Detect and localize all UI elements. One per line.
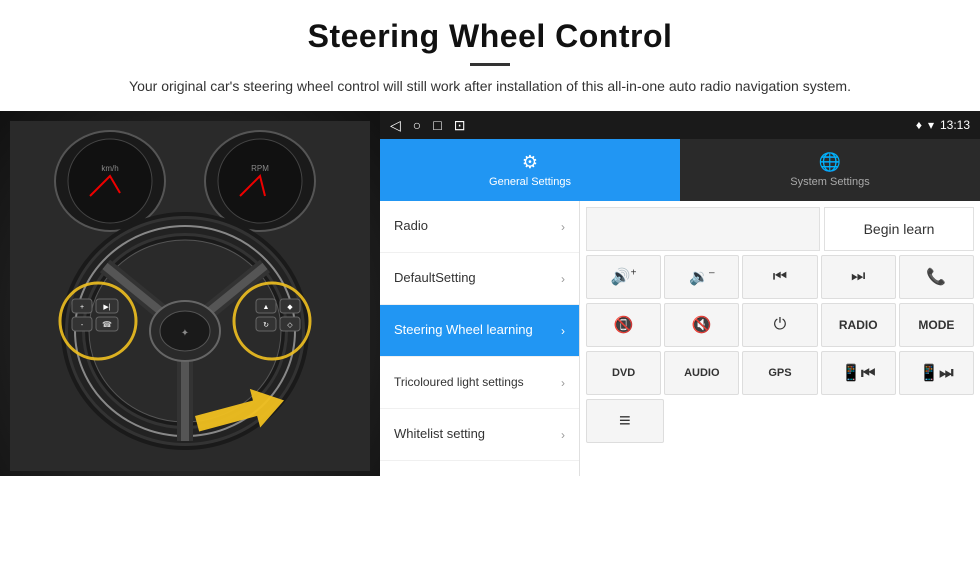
globe-icon: 🌐 xyxy=(819,152,841,173)
chevron-right-icon: › xyxy=(561,376,565,390)
radio-label: RADIO xyxy=(839,318,878,332)
svg-text:▶|: ▶| xyxy=(103,304,110,311)
mode-label: MODE xyxy=(918,318,954,332)
list-icon-button[interactable]: ≡ xyxy=(586,399,664,443)
begin-learn-empty-space xyxy=(586,207,820,251)
begin-learn-button[interactable]: Begin learn xyxy=(824,207,974,251)
svg-text:km/h: km/h xyxy=(101,164,118,173)
prev-track-button[interactable]: ⏮ xyxy=(742,255,817,299)
svg-text:◇: ◇ xyxy=(287,322,293,329)
tel-next-button[interactable]: 📱⏭ xyxy=(899,351,974,395)
svg-text:☎: ☎ xyxy=(102,320,112,329)
vol-down-icon: 🔉– xyxy=(689,267,714,287)
menu-item-tricoloured[interactable]: Tricoloured light settings › xyxy=(380,357,579,409)
gear-icon: ⚙ xyxy=(522,152,538,173)
page-subtitle: Your original car's steering wheel contr… xyxy=(40,76,940,97)
header-divider xyxy=(470,63,510,66)
chevron-right-icon: › xyxy=(561,272,565,286)
tab-general[interactable]: ⚙ General Settings xyxy=(380,139,680,201)
menu-radio-label: Radio xyxy=(394,218,561,235)
power-button[interactable]: ⏻ xyxy=(742,303,817,347)
home-icon[interactable]: ○ xyxy=(413,117,421,133)
page-title: Steering Wheel Control xyxy=(40,18,940,55)
mute-button[interactable]: 🔇 xyxy=(664,303,739,347)
dvd-label: DVD xyxy=(612,367,635,379)
prev-track-icon: ⏮ xyxy=(773,268,787,286)
menu-steering-label: Steering Wheel learning xyxy=(394,322,561,339)
svg-text:↻: ↻ xyxy=(263,322,269,329)
menu-default-label: DefaultSetting xyxy=(394,270,561,287)
menu-list: Radio › DefaultSetting › Steering Wheel … xyxy=(380,201,580,476)
svg-text:✦: ✦ xyxy=(181,328,189,339)
controls-row-4: ≡ xyxy=(586,399,974,443)
answer-call-button[interactable]: 📞 xyxy=(899,255,974,299)
nav-icons: ◁ ○ □ ⊡ xyxy=(390,117,465,134)
svg-text:▲: ▲ xyxy=(263,304,270,311)
vol-up-icon: 🔊+ xyxy=(611,267,637,287)
recents-icon[interactable]: □ xyxy=(433,117,441,133)
page-header: Steering Wheel Control Your original car… xyxy=(0,0,980,107)
controls-row-1: 🔊+ 🔉– ⏮ ⏭ 📞 xyxy=(586,255,974,299)
power-icon: ⏻ xyxy=(774,316,787,334)
main-content: Radio › DefaultSetting › Steering Wheel … xyxy=(380,201,980,476)
tel-prev-icon: 📱⏮ xyxy=(841,363,875,383)
chevron-right-icon: › xyxy=(561,428,565,442)
svg-text:RPM: RPM xyxy=(251,164,269,173)
gps-label: GPS xyxy=(768,367,791,379)
hang-up-button[interactable]: 📵 xyxy=(586,303,661,347)
next-track-icon: ⏭ xyxy=(851,268,865,286)
tab-system-label: System Settings xyxy=(790,176,869,188)
menu-item-steering-wheel[interactable]: Steering Wheel learning › xyxy=(380,305,579,357)
control-panel: Begin learn 🔊+ 🔉– ⏮ ⏭ xyxy=(580,201,980,476)
dvd-button[interactable]: DVD xyxy=(586,351,661,395)
svg-text:+: + xyxy=(80,304,84,311)
tel-prev-button[interactable]: 📱⏮ xyxy=(821,351,896,395)
screenshot-icon[interactable]: ⊡ xyxy=(454,117,466,134)
vol-up-button[interactable]: 🔊+ xyxy=(586,255,661,299)
menu-item-default-setting[interactable]: DefaultSetting › xyxy=(380,253,579,305)
begin-learn-label: Begin learn xyxy=(864,221,935,237)
content-area: km/h RPM ✦ xyxy=(0,111,980,476)
audio-label: AUDIO xyxy=(684,367,719,379)
audio-button[interactable]: AUDIO xyxy=(664,351,739,395)
signal-icon: ▾ xyxy=(928,118,934,132)
tab-general-label: General Settings xyxy=(489,176,571,188)
mute-icon: 🔇 xyxy=(692,315,712,335)
next-track-button[interactable]: ⏭ xyxy=(821,255,896,299)
tel-next-icon: 📱⏭ xyxy=(919,363,953,383)
hang-up-icon: 📵 xyxy=(614,315,634,335)
list-icon: ≡ xyxy=(619,410,631,433)
menu-item-whitelist[interactable]: Whitelist setting › xyxy=(380,409,579,461)
chevron-right-icon: › xyxy=(561,324,565,338)
status-bar: ◁ ○ □ ⊡ ♦ ▾ 13:13 xyxy=(380,111,980,139)
head-unit-panel: ◁ ○ □ ⊡ ♦ ▾ 13:13 ⚙ General Settings 🌐 S… xyxy=(380,111,980,476)
vol-down-button[interactable]: 🔉– xyxy=(664,255,739,299)
controls-row-3: DVD AUDIO GPS 📱⏮ 📱⏭ xyxy=(586,351,974,395)
controls-row-2: 📵 🔇 ⏻ RADIO MODE xyxy=(586,303,974,347)
clock: 13:13 xyxy=(940,118,970,132)
tab-system[interactable]: 🌐 System Settings xyxy=(680,139,980,201)
chevron-right-icon: › xyxy=(561,220,565,234)
back-icon[interactable]: ◁ xyxy=(390,117,401,134)
location-icon: ♦ xyxy=(916,118,922,132)
app-bar: ⚙ General Settings 🌐 System Settings xyxy=(380,139,980,201)
phone-icon: 📞 xyxy=(926,267,946,287)
car-image-panel: km/h RPM ✦ xyxy=(0,111,380,476)
radio-button[interactable]: RADIO xyxy=(821,303,896,347)
gps-button[interactable]: GPS xyxy=(742,351,817,395)
menu-tricoloured-label: Tricoloured light settings xyxy=(394,375,561,391)
status-right: ♦ ▾ 13:13 xyxy=(916,118,970,132)
menu-item-radio[interactable]: Radio › xyxy=(380,201,579,253)
svg-text:◆: ◆ xyxy=(287,304,293,311)
menu-whitelist-label: Whitelist setting xyxy=(394,426,561,443)
mode-button[interactable]: MODE xyxy=(899,303,974,347)
begin-learn-row: Begin learn xyxy=(586,207,974,251)
